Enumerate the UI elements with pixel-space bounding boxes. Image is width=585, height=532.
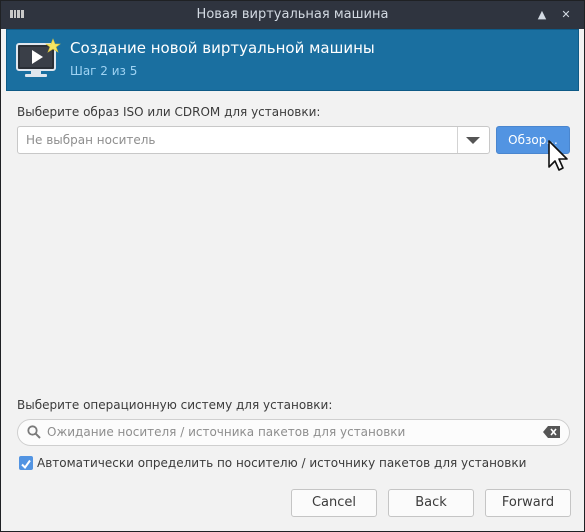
wizard-step: Шаг 2 из 5 [70, 64, 138, 78]
combo-divider [457, 127, 458, 153]
install-media-combo[interactable]: Не выбран носитель [17, 126, 490, 154]
dropdown-arrow-icon[interactable] [466, 137, 480, 144]
close-icon[interactable]: ✕ [559, 8, 573, 22]
minimize-icon[interactable]: ▲ [535, 8, 549, 22]
os-search-placeholder: Ожидание носителя / источника пакетов дл… [47, 425, 406, 439]
wizard-header: Создание новой виртуальной машины Шаг 2 … [6, 29, 579, 91]
search-icon [27, 425, 41, 439]
new-vm-dialog: Новая виртуальная машина ▲ ✕ Создание но… [0, 0, 585, 532]
window-title: Новая виртуальная машина [196, 7, 389, 22]
install-media-placeholder: Не выбран носитель [26, 133, 156, 147]
clear-text-icon[interactable] [543, 426, 560, 438]
mouse-cursor-icon [548, 140, 568, 171]
monitor-play-icon [16, 38, 61, 77]
checkmark-icon [21, 459, 31, 470]
titlebar[interactable]: Новая виртуальная машина ▲ ✕ [1, 1, 584, 29]
os-search-input[interactable]: Ожидание носителя / источника пакетов дл… [17, 419, 570, 446]
wizard-title: Создание новой виртуальной машины [70, 39, 375, 57]
os-select-label: Выберите операционную систему для устано… [17, 398, 333, 412]
forward-button[interactable]: Forward [485, 489, 571, 517]
autodetect-label[interactable]: Автоматически определить по носителю / и… [37, 456, 526, 470]
cancel-button[interactable]: Cancel [291, 489, 377, 517]
autodetect-checkbox[interactable] [19, 456, 33, 470]
back-button[interactable]: Back [388, 489, 474, 517]
install-media-label: Выберите образ ISO или CDROM для установ… [17, 105, 321, 119]
